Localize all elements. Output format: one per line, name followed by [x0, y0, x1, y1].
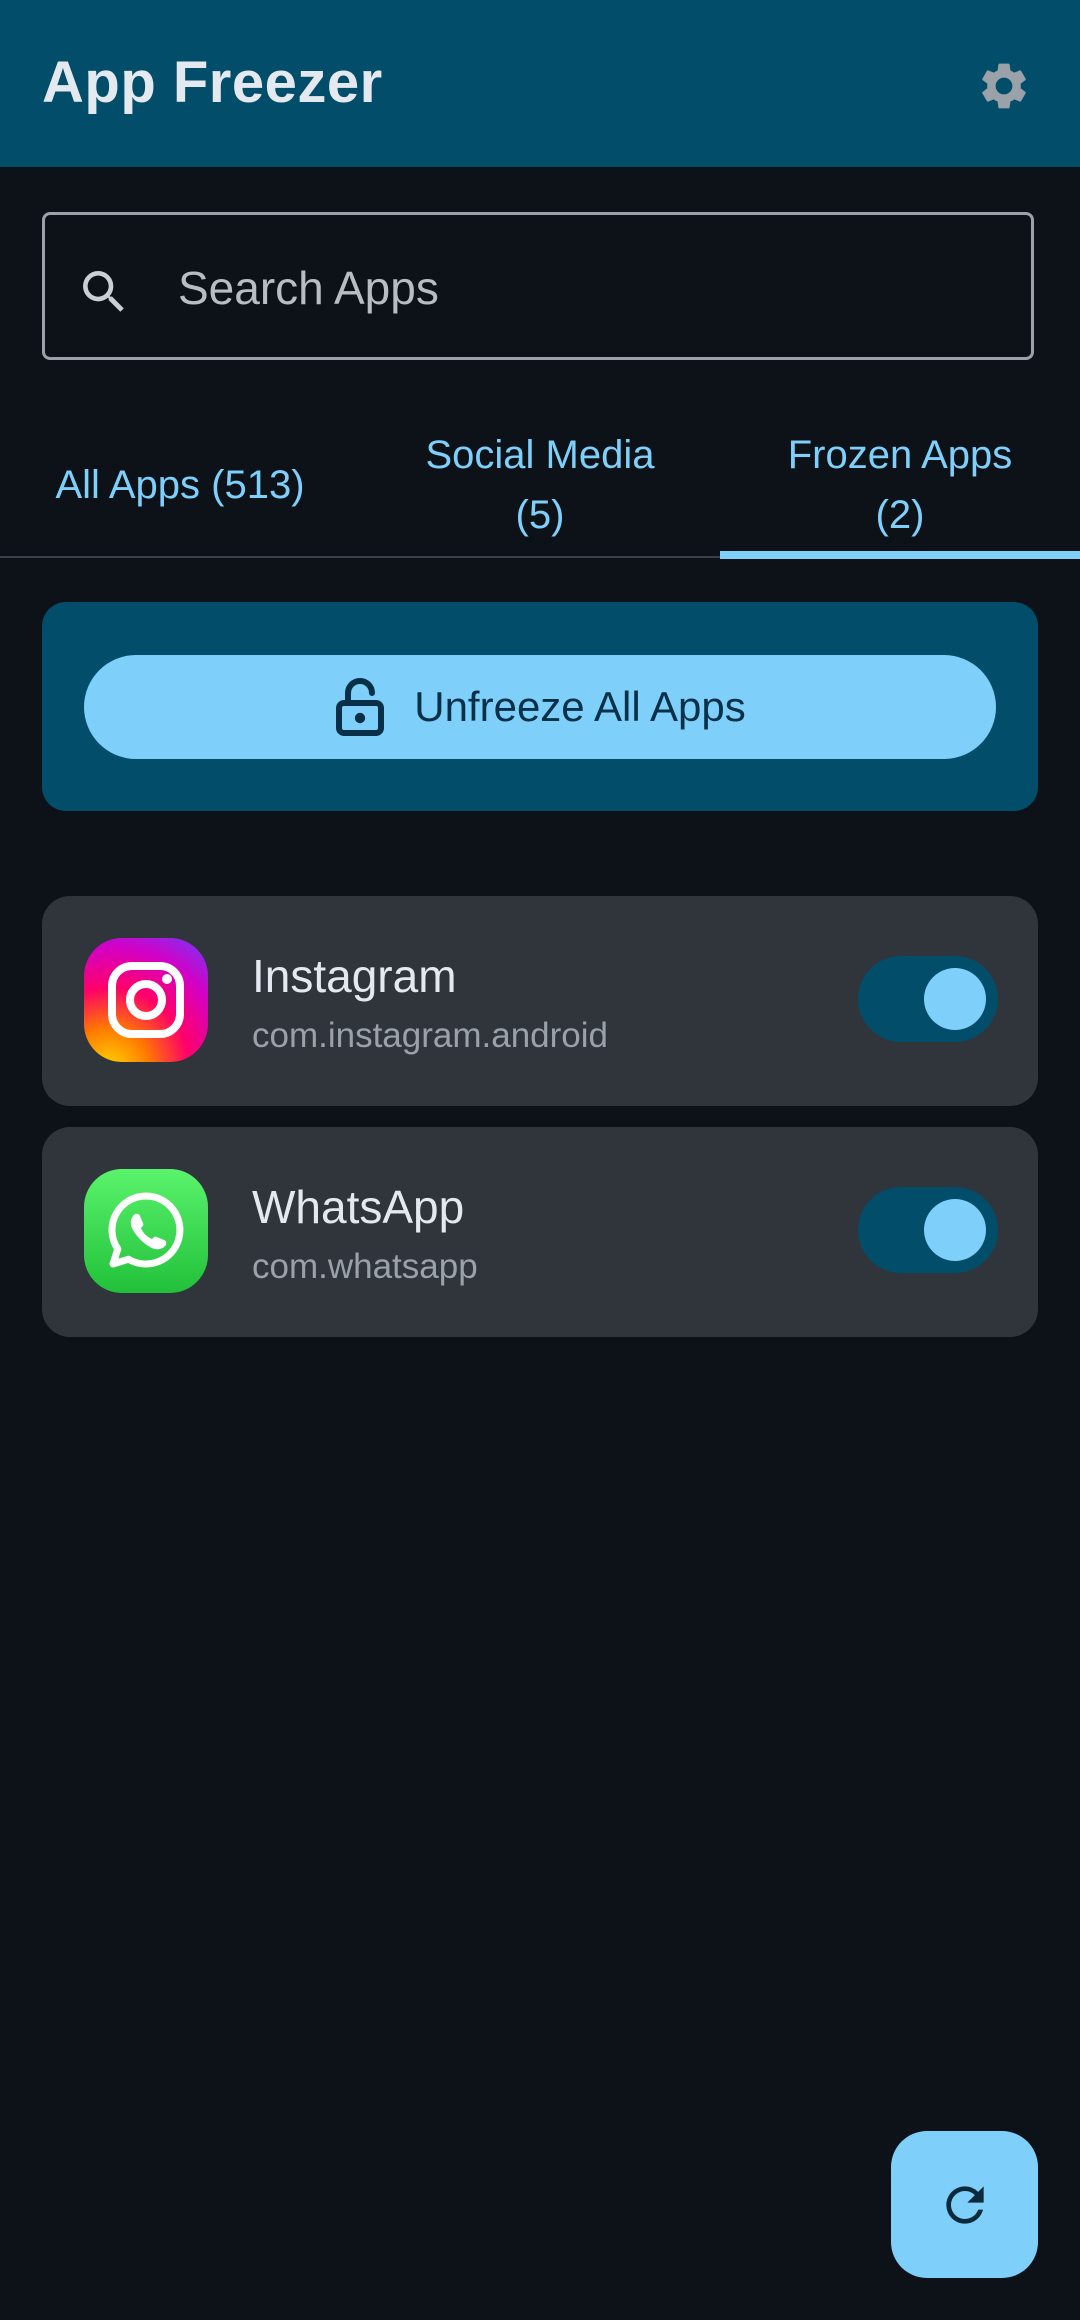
tab-count: (2) [875, 493, 925, 537]
tab-label: All Apps (513) [55, 463, 305, 507]
settings-button[interactable] [972, 54, 1036, 118]
tab-label: Frozen Apps [787, 433, 1013, 477]
refresh-icon [945, 2185, 984, 2224]
search-icon [83, 271, 124, 312]
refresh-button[interactable] [891, 2131, 1038, 2278]
tab-social-media[interactable]: Social Media (5) [360, 412, 720, 558]
tab-frozen-apps[interactable]: Frozen Apps (2) [720, 412, 1080, 558]
tab-label: Social Media [425, 433, 655, 477]
unfreeze-all-button[interactable]: Unfreeze All Apps [84, 655, 996, 759]
freeze-toggle[interactable] [858, 956, 998, 1042]
app-list-item[interactable]: WhatsApp com.whatsapp [42, 1127, 1038, 1337]
freeze-toggle[interactable] [858, 1187, 998, 1273]
app-bar: App Freezer [0, 0, 1080, 167]
app-title: App Freezer [42, 50, 383, 115]
unfreeze-all-label: Unfreeze All Apps [414, 683, 746, 730]
app-screen: App Freezer All Apps (513) Social Media … [0, 0, 1080, 2320]
tab-indicator [720, 551, 1080, 559]
app-package: com.instagram.android [252, 1016, 608, 1055]
tab-count: (5) [515, 493, 565, 537]
tab-all-apps[interactable]: All Apps (513) [0, 412, 360, 558]
toggle-knob [924, 968, 986, 1030]
lock-open-icon [336, 678, 385, 736]
app-name: Instagram [252, 950, 457, 1002]
app-package: com.whatsapp [252, 1247, 478, 1286]
app-list-item[interactable]: Instagram com.instagram.android [42, 896, 1038, 1106]
gear-icon [982, 63, 1026, 109]
app-name: WhatsApp [252, 1181, 465, 1233]
whatsapp-icon [84, 1169, 208, 1293]
toggle-knob [924, 1199, 986, 1261]
search-input[interactable] [178, 252, 998, 324]
instagram-icon [84, 938, 208, 1062]
